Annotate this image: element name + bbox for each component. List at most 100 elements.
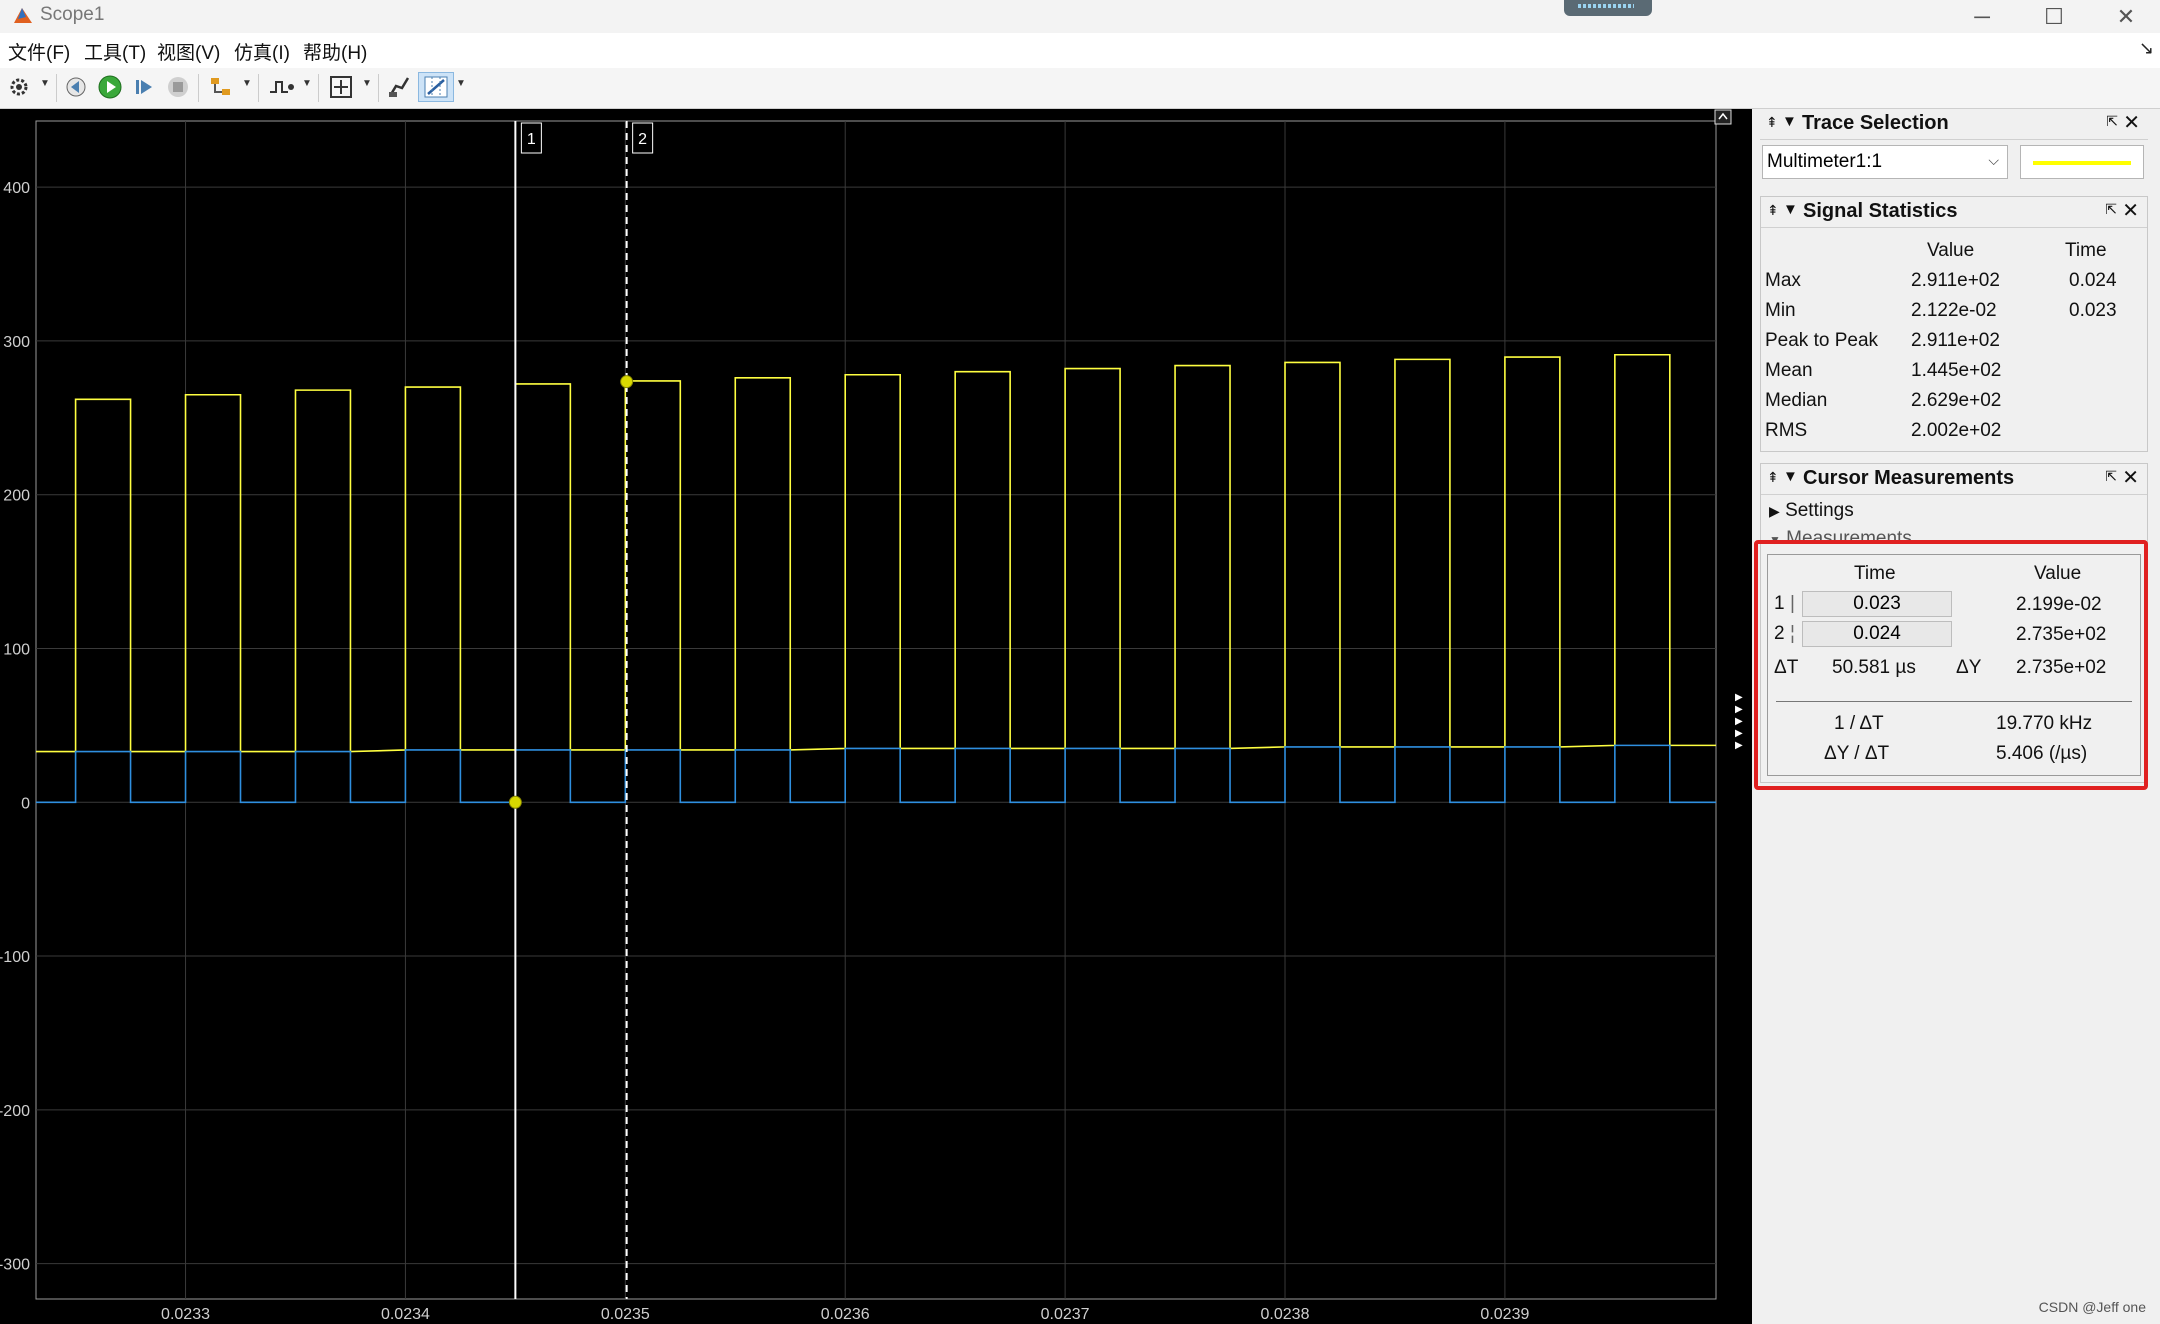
close-window-button[interactable]: ✕ xyxy=(2094,0,2158,33)
trigger-dropdown-icon[interactable]: ▼ xyxy=(302,78,312,89)
y-tick-label: 400 xyxy=(3,180,30,197)
stat-value: 2.002e+02 xyxy=(1911,420,2002,441)
plot-axes-box xyxy=(35,120,1717,1300)
settings-section-toggle[interactable]: ▶ Settings xyxy=(1769,500,1854,522)
cursor-marker-1 xyxy=(508,795,522,809)
cursor-marker-2 xyxy=(620,375,634,389)
stat-label: Mean xyxy=(1765,360,1813,381)
x-tick-label: 0.0238 xyxy=(1261,1306,1310,1323)
write-data-icon[interactable] xyxy=(384,72,414,102)
stat-value: 2.122e-02 xyxy=(1911,300,1997,321)
signal-statistics-header[interactable]: ⇞ ▼ Signal Statistics ⇱ ✕ xyxy=(1761,197,2147,228)
zoom-dropdown-icon[interactable]: ▼ xyxy=(362,78,372,89)
stat-row-mean: Mean 1.445e+02 xyxy=(1765,357,2145,387)
y-tick-label: -300 xyxy=(0,1257,30,1274)
settings-dropdown-icon[interactable]: ▼ xyxy=(40,78,50,89)
cursor-measurements-icon[interactable] xyxy=(418,72,454,102)
toolbar: ▼ ▼ ▼ ▼ ▼ xyxy=(0,68,2160,109)
x-tick-label: 0.0239 xyxy=(1480,1306,1529,1323)
collapse-triangle-icon[interactable]: ▼ xyxy=(1783,201,1798,218)
stop-icon[interactable] xyxy=(164,72,192,102)
pin-icon[interactable]: ⇞ xyxy=(1767,202,1779,219)
menu-file[interactable]: 文件(F) xyxy=(8,38,70,65)
stat-label: Max xyxy=(1765,270,1801,291)
stat-row-rms: RMS 2.002e+02 xyxy=(1765,417,2145,447)
run-icon[interactable] xyxy=(96,72,124,102)
stat-row-max: Max 2.911e+02 0.024 xyxy=(1765,267,2145,297)
signal-statistics-title: Signal Statistics xyxy=(1803,200,1958,222)
y-tick-label: -200 xyxy=(0,1103,30,1120)
stat-value: 2.911e+02 xyxy=(1911,330,2000,351)
trace-color-line xyxy=(2033,161,2131,165)
cursor-2-label-text: 2 xyxy=(638,131,647,148)
undock-pane-icon[interactable]: ⇱ xyxy=(2105,201,2117,218)
minimize-button[interactable]: ─ xyxy=(1950,0,2014,33)
series-trace-1 xyxy=(36,353,1716,753)
statistics-table: Value Time Max 2.911e+02 0.024 Min 2.122… xyxy=(1765,237,2145,447)
x-tick-label: 0.0237 xyxy=(1041,1306,1090,1323)
x-tick-label: 0.0235 xyxy=(601,1306,650,1323)
title-bar: Scope1 ─ ☐ ✕ xyxy=(0,0,2160,33)
y-tick-label: 0 xyxy=(21,795,30,812)
menu-help[interactable]: 帮助(H) xyxy=(303,38,367,65)
cursor-measurements-header[interactable]: ⇞ ▼ Cursor Measurements ⇱ ✕ xyxy=(1761,464,2147,495)
scope-plot-area[interactable]: 400 300 200 100 0 -100 -200 -300 0.0233 … xyxy=(0,109,1752,1324)
menu-bar: 文件(F) 工具(T) 视图(V) 仿真(I) 帮助(H) ↘ xyxy=(0,33,2160,69)
highlight-annotation-box xyxy=(1754,540,2148,790)
menu-simulation[interactable]: 仿真(I) xyxy=(234,38,290,65)
chevron-down-icon: ⌵ xyxy=(1988,152,1999,168)
panel-collapse-handle-icon[interactable]: ▶ ▶ ▶ ▶ ▶ xyxy=(1735,692,1747,752)
x-tick-label: 0.0233 xyxy=(161,1306,210,1323)
maximize-button[interactable]: ☐ xyxy=(2022,0,2086,33)
stat-label: Median xyxy=(1765,390,1828,411)
x-tick-label: 0.0234 xyxy=(381,1306,430,1323)
stat-value: 1.445e+02 xyxy=(1911,360,2002,381)
undock-icon[interactable]: ↘ xyxy=(2139,38,2154,59)
highlight-block-icon[interactable] xyxy=(206,72,236,102)
stat-row-median: Median 2.629e+02 xyxy=(1765,387,2145,417)
plot-expand-icon[interactable] xyxy=(1714,109,1732,127)
step-back-icon[interactable] xyxy=(62,72,90,102)
pin-icon[interactable]: ⇞ xyxy=(1767,469,1779,486)
highlight-dropdown-icon[interactable]: ▼ xyxy=(242,78,252,89)
settings-label: Settings xyxy=(1785,500,1854,521)
plot-grid xyxy=(35,120,1717,1300)
pin-icon[interactable]: ⇞ xyxy=(1766,114,1778,131)
window-title: Scope1 xyxy=(40,4,105,25)
x-tick-label: 0.0236 xyxy=(821,1306,870,1323)
settings-icon[interactable] xyxy=(6,72,32,102)
watermark: CSDN @Jeff one xyxy=(2038,1299,2146,1315)
x-axis-ticks: 0.0233 0.0234 0.0235 0.0236 0.0237 0.023… xyxy=(161,1306,1529,1323)
zoom-fit-icon[interactable] xyxy=(326,72,356,102)
matlab-icon xyxy=(14,8,32,23)
measurement-cursors[interactable]: 1 2 xyxy=(508,121,654,1299)
step-forward-icon[interactable] xyxy=(130,72,158,102)
close-pane-icon[interactable]: ✕ xyxy=(2123,110,2140,135)
trace-select-dropdown[interactable]: Multimeter1:1 ⌵ xyxy=(1762,145,2008,179)
stat-time: 0.023 xyxy=(2069,300,2117,321)
close-pane-icon[interactable]: ✕ xyxy=(2122,198,2139,223)
trigger-icon[interactable] xyxy=(266,72,298,102)
cursor-2-label[interactable]: 2 xyxy=(632,122,654,154)
stat-label: Min xyxy=(1765,300,1796,321)
undock-pane-icon[interactable]: ⇱ xyxy=(2105,468,2117,485)
stat-value: 2.911e+02 xyxy=(1911,270,2000,291)
signal-statistics-pane: ⇞ ▼ Signal Statistics ⇱ ✕ Value Time Max… xyxy=(1760,196,2148,452)
collapse-triangle-icon[interactable]: ▼ xyxy=(1783,468,1798,485)
cursor-dropdown-icon[interactable]: ▼ xyxy=(456,78,466,89)
menu-view[interactable]: 视图(V) xyxy=(157,38,220,65)
stat-value: 2.629e+02 xyxy=(1911,390,2002,411)
series-traces xyxy=(36,353,1716,804)
title-bar-status-indicator xyxy=(1564,0,1652,16)
menu-tools[interactable]: 工具(T) xyxy=(84,38,146,65)
y-tick-label: -100 xyxy=(0,949,30,966)
collapse-triangle-icon[interactable]: ▼ xyxy=(1782,113,1797,130)
statistics-header-row: Value Time xyxy=(1765,237,2145,267)
trace-selection-header[interactable]: ⇞ ▼ Trace Selection ⇱ ✕ xyxy=(1760,109,2148,140)
y-tick-label: 100 xyxy=(3,641,30,658)
trace-selection-title: Trace Selection xyxy=(1802,112,1949,134)
undock-pane-icon[interactable]: ⇱ xyxy=(2106,113,2118,130)
scope-plot[interactable]: 400 300 200 100 0 -100 -200 -300 0.0233 … xyxy=(0,109,1752,1324)
cursor-1-label[interactable]: 1 xyxy=(520,122,542,154)
close-pane-icon[interactable]: ✕ xyxy=(2122,465,2139,490)
